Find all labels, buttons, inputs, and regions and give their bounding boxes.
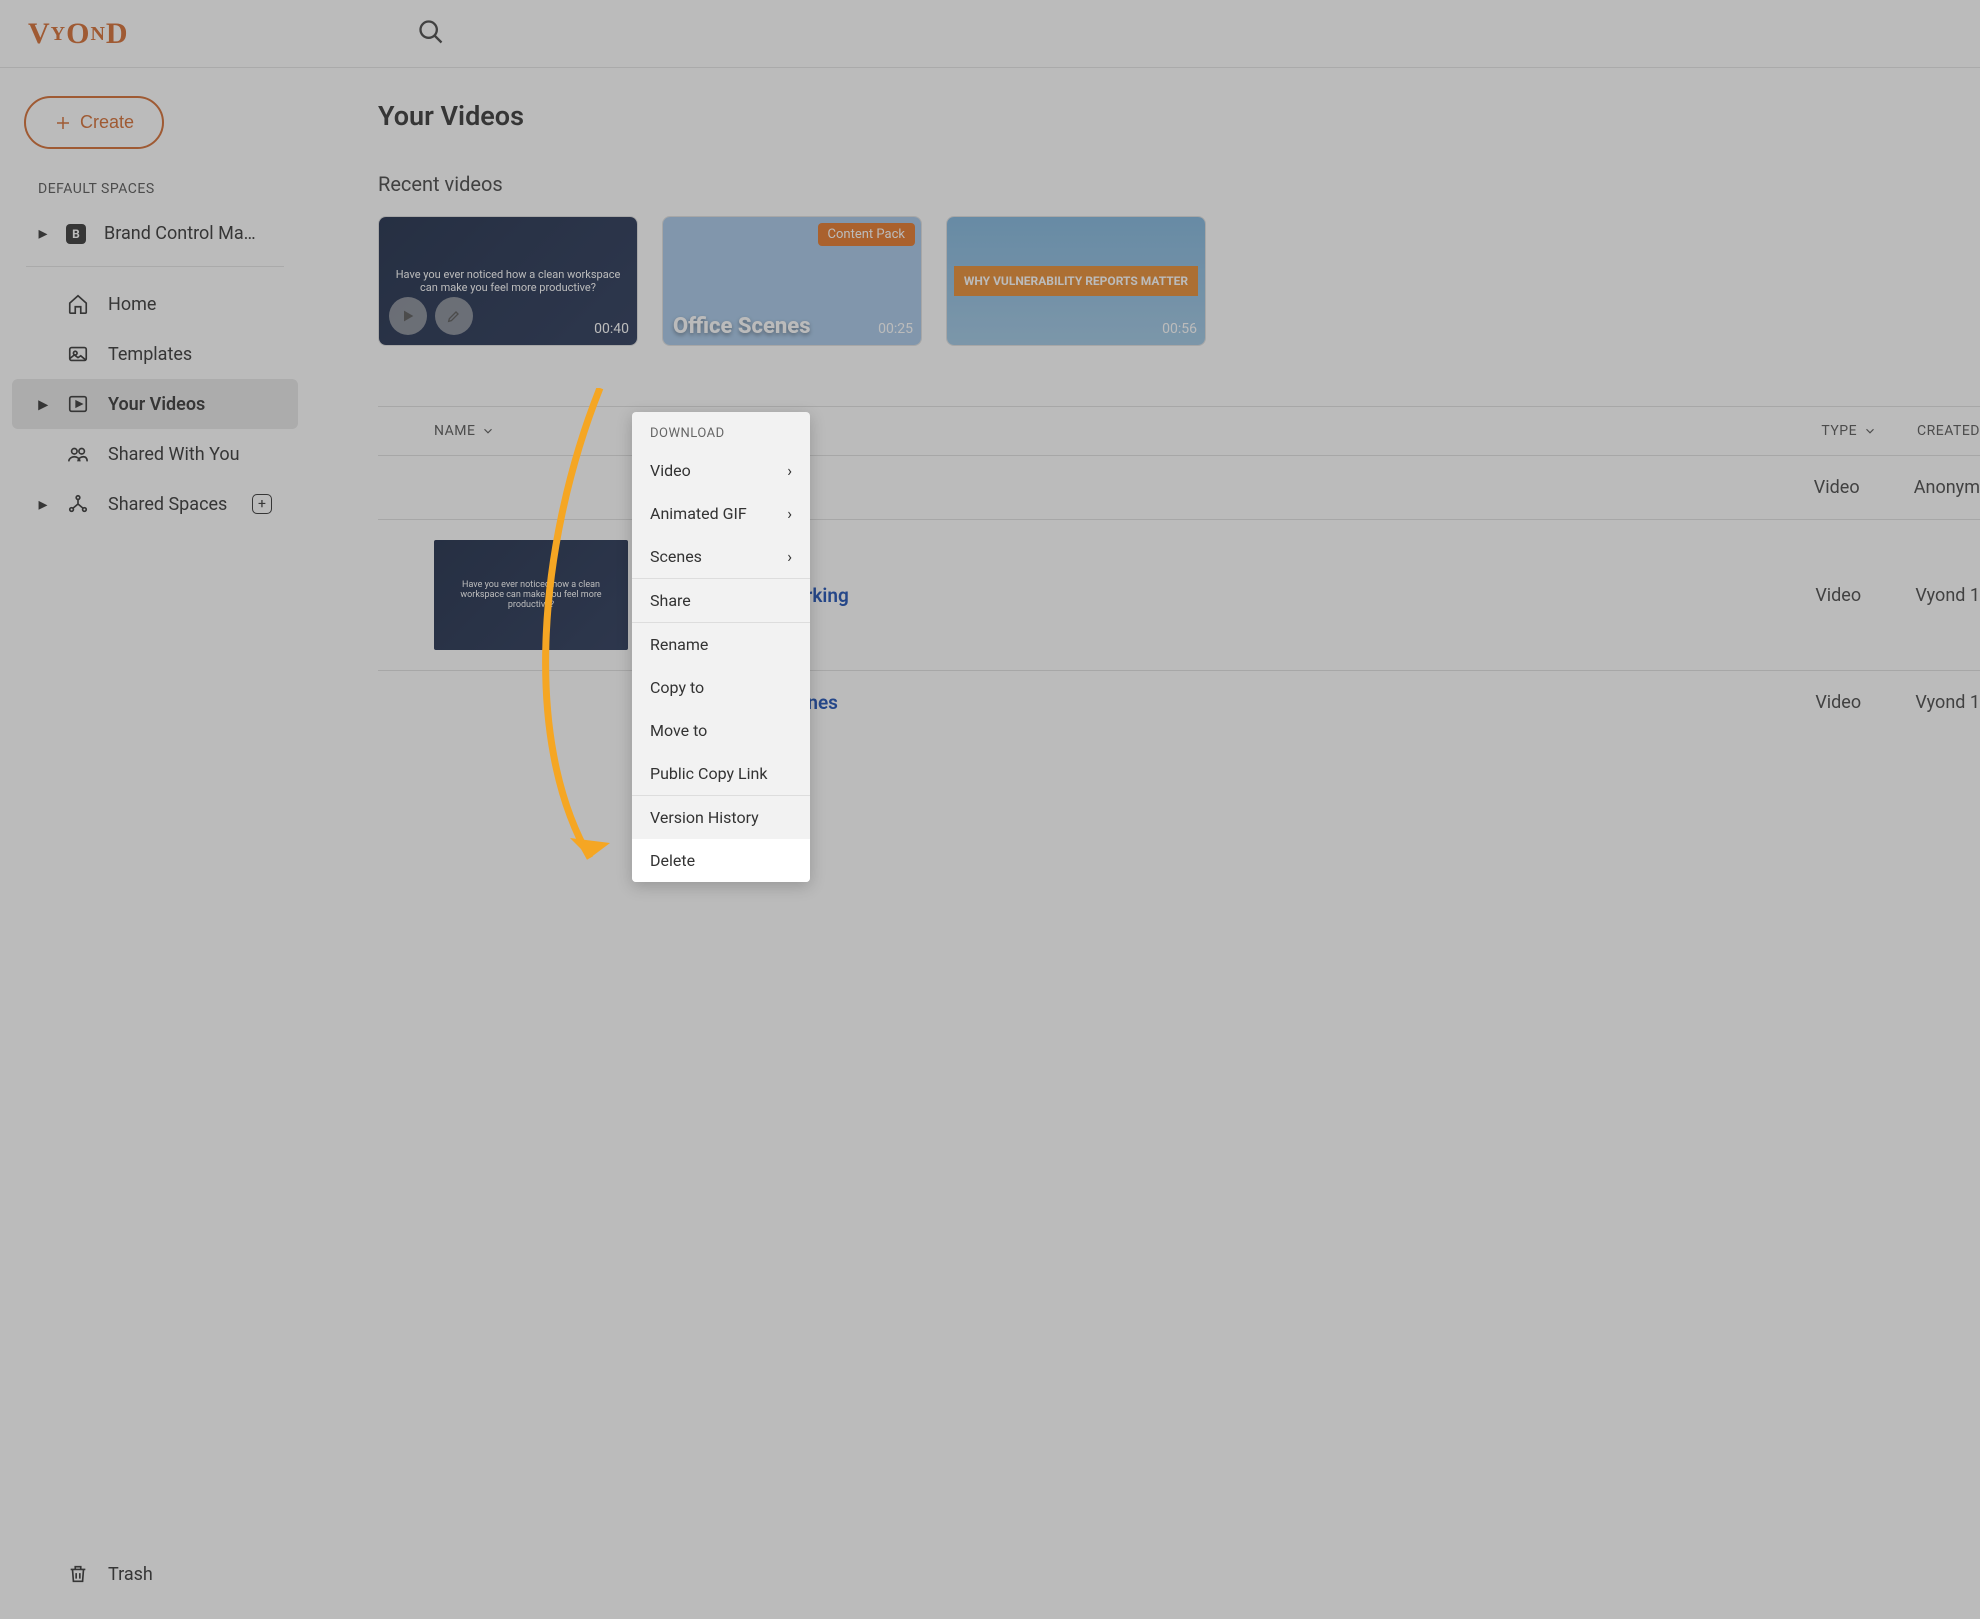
chevron-right-icon: › [787,504,792,523]
row-title: Expectations [652,476,1814,499]
thumb-text: Have you ever noticed how a clean worksp… [393,268,623,294]
trash-icon [67,1563,89,1585]
table-header: NAME TYPE CREATED [378,406,1980,456]
card-thumbnail: WHY VULNERABILITY REPORTS MATTER 00:56 [947,217,1205,345]
content-pack-badge: Content Pack [818,223,915,246]
row-thumbnail: Have you ever noticed how a clean worksp… [434,540,628,650]
menu-item-rename[interactable]: Rename [632,623,810,666]
sidebar-label: Home [108,294,272,315]
create-label: Create [80,112,134,133]
duration: 00:56 [1162,321,1197,337]
image-icon [67,343,89,365]
menu-section-label: DOWNLOAD [632,412,810,449]
page-title: Your Videos [378,100,1980,132]
recent-cards: Have you ever noticed how a clean worksp… [378,216,1980,346]
context-menu: DOWNLOAD Video› Animated GIF› Scenes› Sh… [632,412,810,882]
chevron-right-icon: › [787,461,792,480]
pencil-icon [435,297,473,335]
sidebar-item-templates[interactable]: Templates [12,329,298,379]
add-space-button[interactable]: + [252,494,272,514]
menu-item-share[interactable]: Share [632,579,810,622]
row-type: Video [1815,692,1915,713]
menu-item-download-gif[interactable]: Animated GIF› [632,492,810,535]
home-icon [67,293,89,315]
menu-item-public-copy-link[interactable]: Public Copy Link [632,752,810,795]
sidebar-label: Shared With You [108,444,272,465]
menu-item-version-history[interactable]: Version History [632,796,810,839]
menu-item-download-video[interactable]: Video› [632,449,810,492]
sidebar-item-shared-spaces[interactable]: ▸ Shared Spaces + [12,479,298,529]
column-name[interactable]: NAME [434,423,495,439]
sidebar-section-label: DEFAULT SPACES [38,181,272,197]
network-icon [67,493,89,515]
divider [26,266,284,267]
chevron-down-icon [1863,424,1877,438]
plus-icon [54,114,72,132]
sidebar-label: Trash [108,1564,272,1585]
sidebar-item-trash[interactable]: Trash [12,1549,298,1599]
sidebar-item-brand-control[interactable]: ▸ B Brand Control Ma… [12,209,298,258]
sidebar-label: Brand Control Ma… [104,223,272,244]
row-created: Anonym [1914,477,1980,498]
chevron-right-icon: › [787,547,792,566]
column-type[interactable]: TYPE [1821,423,1877,439]
sidebar-label: Your Videos [108,394,272,415]
table-row[interactable]: Content Paci Office Scenes Copy of Offic… [378,671,1980,734]
row-type: Video [1815,585,1915,606]
menu-item-move-to[interactable]: Move to [632,709,810,752]
thumb-label: Office Scenes [673,314,811,339]
card-thumbnail: Content Pack Office Scenes 00:25 [663,217,921,345]
search-button[interactable] [409,10,453,57]
brand-logo: VYOND [28,17,129,51]
card-thumbnail: Have you ever noticed how a clean worksp… [379,217,637,345]
menu-item-download-scenes[interactable]: Scenes› [632,535,810,578]
create-button[interactable]: Create [24,96,164,149]
thumb-tag: WHY VULNERABILITY REPORTS MATTER [954,266,1198,296]
column-created[interactable]: CREATED [1917,423,1980,439]
row-title: Copy of Office scenes [652,691,1815,714]
sidebar-item-home[interactable]: Home [12,279,298,329]
recent-videos-label: Recent videos [378,172,1980,196]
caret-right-icon: ▸ [38,223,48,244]
people-icon [67,443,89,465]
video-card[interactable]: WHY VULNERABILITY REPORTS MATTER 00:56 E… [946,216,1206,346]
caret-right-icon: ▸ [38,494,48,515]
sidebar-item-shared-with-you[interactable]: Shared With You [12,429,298,479]
row-title: taining a clean working [652,584,1815,607]
main-content: Your Videos Recent videos Have you ever … [310,0,1980,1619]
duration: 00:40 [594,321,629,337]
table-row[interactable]: Expectations Video Anonym [378,456,1980,520]
video-card[interactable]: Content Pack Office Scenes 00:25 Copy of… [662,216,922,346]
topbar: VYOND [0,0,1980,68]
video-card[interactable]: Have you ever noticed how a clean worksp… [378,216,638,346]
duration: 00:25 [878,321,913,337]
caret-right-icon: ▸ [38,394,48,415]
sidebar-label: Shared Spaces [108,494,234,515]
menu-item-delete[interactable]: Delete [632,839,810,882]
search-icon [417,18,445,46]
row-created: Vyond 1 [1915,692,1980,713]
play-icon [389,297,427,335]
brand-badge-icon: B [66,224,86,244]
table-row[interactable]: Have you ever noticed how a clean worksp… [378,520,1980,671]
play-square-icon [67,393,89,415]
sidebar: Create DEFAULT SPACES ▸ B Brand Control … [0,0,310,1619]
row-type: Video [1814,477,1914,498]
row-created: Vyond 1 [1915,585,1980,606]
menu-item-copy-to[interactable]: Copy to [632,666,810,709]
sidebar-label: Templates [108,344,272,365]
chevron-down-icon [481,424,495,438]
sidebar-item-your-videos[interactable]: ▸ Your Videos [12,379,298,429]
